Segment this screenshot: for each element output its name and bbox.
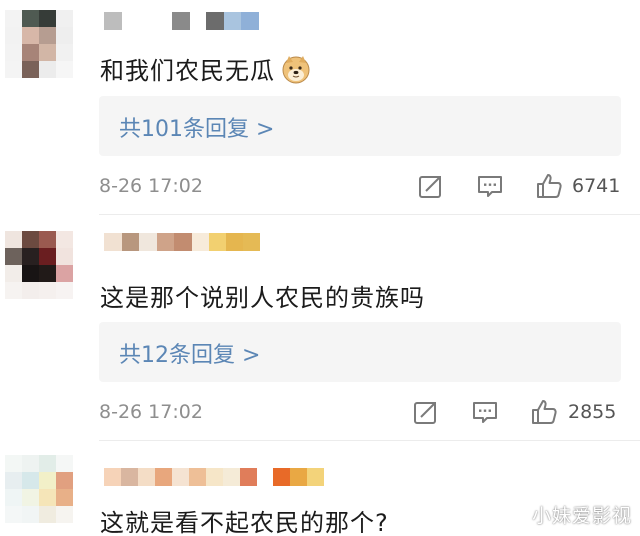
watermark: 小妹爱影视 [531,505,632,527]
repost-icon[interactable] [417,172,447,200]
timestamp: 8-26 17:02 [99,401,203,423]
comment-meta: 8-26 17:02 6741 [99,172,624,200]
view-replies-link[interactable]: 共12条回复 > [119,337,260,369]
thumbs-up-icon[interactable] [530,398,560,426]
comment-meta: 8-26 17:02 2855 [99,398,624,426]
divider [99,440,640,441]
username-mosaic[interactable] [104,233,260,251]
avatar[interactable] [5,231,73,299]
repost-icon[interactable] [412,398,442,426]
like-count: 6741 [572,175,621,197]
comment-text: 这就是看不起农民的那个? [100,509,389,536]
divider [99,214,640,215]
replies-box[interactable]: 共12条回复 > [99,322,621,382]
comment-icon[interactable] [471,398,501,426]
doge-emoji [281,54,311,90]
thumbs-up-icon[interactable] [535,172,565,200]
timestamp: 8-26 17:02 [99,175,203,197]
comment-text: 和我们农民无瓜 [100,51,311,90]
view-replies-link[interactable]: 共101条回复 > [119,111,274,143]
username-mosaic[interactable] [104,12,259,30]
avatar[interactable] [5,10,73,78]
comment-text: 这是那个说别人农民的贵族吗 [100,284,425,312]
comment-text-content: 和我们农民无瓜 [100,57,275,85]
replies-box[interactable]: 共101条回复 > [99,96,621,156]
avatar[interactable] [5,455,73,523]
username-mosaic[interactable] [104,468,324,486]
comment-icon[interactable] [476,172,506,200]
like-count: 2855 [568,401,617,423]
